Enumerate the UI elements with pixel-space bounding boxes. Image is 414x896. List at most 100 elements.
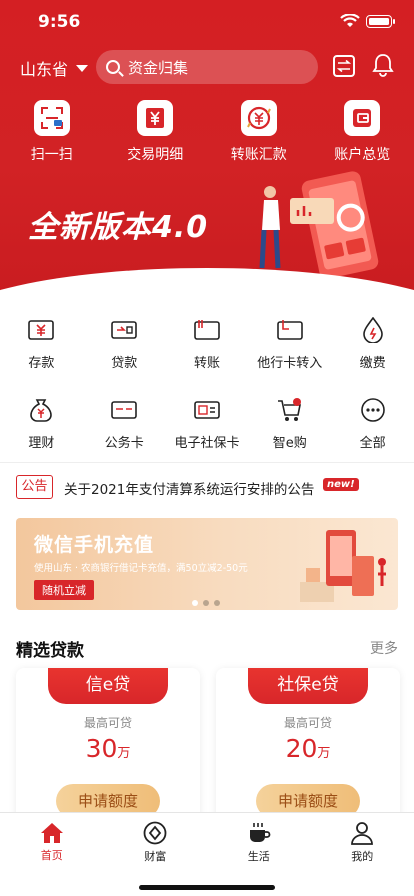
quick-action-scan[interactable]: 扫一扫 [0, 100, 104, 164]
transfer-icon [193, 316, 221, 344]
caret-down-icon [76, 64, 89, 72]
hero-header: 9:56 山东省 资金归集 扫一扫 交易明细 转账汇款 账户总览 全新版本4.0 [0, 0, 414, 300]
switch-icon[interactable] [333, 55, 355, 77]
service-social-card[interactable]: 电子社保卡 [166, 396, 249, 451]
service-label: 转账 [193, 356, 220, 371]
service-label: 智e购 [272, 436, 307, 451]
recharge-illustration [300, 530, 386, 602]
quick-action-transactions[interactable]: 交易明细 [104, 100, 208, 164]
featured-loans: 精选贷款 更多 信e贷 最高可贷 30万 申请额度 社保e贷 最高可贷 20万 … [0, 620, 414, 828]
quick-action-label: 账户总览 [334, 147, 391, 163]
tab-label: 首页 [40, 849, 63, 862]
status-time: 9:56 [38, 12, 81, 32]
bell-icon[interactable] [372, 53, 394, 77]
promo-banner[interactable]: 微信手机充值 使用山东 · 农商银行借记卡充值，满50立减2-50元 随机立减 [16, 518, 398, 610]
service-label: 电子社保卡 [174, 436, 240, 451]
loan-card[interactable]: 信e贷 最高可贷 30万 申请额度 [16, 668, 200, 828]
yuan-receipt-icon [137, 100, 174, 136]
loan-name: 信e贷 [48, 668, 168, 704]
quick-actions: 扫一扫 交易明细 转账汇款 账户总览 [0, 100, 414, 164]
region-label: 山东省 [20, 60, 69, 79]
tab-label: 我的 [351, 850, 374, 863]
service-label: 理财 [28, 436, 55, 451]
tab-mine[interactable]: 我的 [311, 821, 414, 863]
tab-wealth[interactable]: 财富 [104, 821, 208, 863]
notice-text[interactable]: 关于2021年支付清算系统运行安排的公告 [64, 478, 314, 498]
loan-amount: 30万 [16, 734, 200, 763]
cart-icon [276, 396, 304, 424]
promo-button[interactable]: 随机立减 [34, 580, 94, 600]
version-banner-text: 全新版本4.0 [28, 210, 209, 245]
user-icon [350, 821, 374, 845]
loan-card[interactable]: 社保e贷 最高可贷 20万 申请额度 [216, 668, 400, 828]
loan-icon [110, 316, 138, 344]
service-fee[interactable]: 缴费 [331, 316, 414, 371]
tab-label: 生活 [247, 850, 270, 863]
service-label: 贷款 [111, 356, 138, 371]
loan-name: 社保e贷 [248, 668, 368, 704]
scan-icon [33, 100, 70, 136]
loan-amount: 20万 [216, 734, 400, 763]
loan-amount-value: 20 [285, 734, 318, 763]
carousel-dots [192, 600, 220, 606]
coffee-icon [247, 821, 271, 845]
more-link[interactable]: 更多 [370, 638, 398, 658]
quick-action-accounts[interactable]: 账户总览 [311, 100, 414, 164]
promo-title: 微信手机充值 [34, 534, 155, 556]
loan-amount-value: 30 [85, 734, 118, 763]
service-label: 缴费 [359, 356, 386, 371]
service-transfer[interactable]: 转账 [166, 316, 249, 371]
search-icon [106, 60, 120, 74]
transfer-yuan-icon [240, 100, 277, 136]
wifi-icon [340, 14, 360, 27]
tab-label: 财富 [144, 850, 167, 863]
home-icon [40, 821, 64, 844]
service-all[interactable]: 全部 [331, 396, 414, 451]
phone-illustration [259, 171, 379, 279]
service-deposit[interactable]: 存款 [0, 316, 83, 371]
services-grid: 存款 贷款 转账 他行卡转入 缴费 理财 公务卡 电子社保卡 智e购 全部 [0, 300, 414, 462]
fee-icon [359, 316, 387, 344]
more-icon [359, 396, 387, 424]
service-label: 存款 [28, 356, 55, 371]
search-bar[interactable]: 资金归集 [96, 50, 318, 84]
promo-subtitle: 使用山东 · 农商银行借记卡充值，满50立减2-50元 [34, 563, 248, 574]
service-other-bank-in[interactable]: 他行卡转入 [248, 316, 331, 371]
account-card-icon [344, 100, 381, 136]
quick-action-transfer[interactable]: 转账汇款 [207, 100, 311, 164]
wealth-bag-icon [27, 396, 55, 424]
service-label: 他行卡转入 [257, 356, 323, 371]
deposit-icon [27, 316, 55, 344]
carousel-dot[interactable] [203, 600, 209, 606]
service-official-card[interactable]: 公务卡 [83, 396, 166, 451]
service-wealth[interactable]: 理财 [0, 396, 83, 451]
loan-amount-unit: 万 [317, 746, 331, 761]
card-in-icon [276, 316, 304, 344]
social-card-icon [193, 396, 221, 424]
search-placeholder: 资金归集 [128, 58, 189, 77]
status-bar: 9:56 [0, 0, 414, 44]
home-indicator [139, 885, 275, 890]
new-badge: new! [323, 478, 359, 491]
service-loan[interactable]: 贷款 [83, 316, 166, 371]
carousel-dot[interactable] [214, 600, 220, 606]
carousel-dot[interactable] [192, 600, 198, 606]
service-e-shop[interactable]: 智e购 [248, 396, 331, 451]
battery-icon [366, 15, 395, 28]
top-bar: 山东省 资金归集 [0, 48, 414, 86]
service-label: 公务卡 [104, 436, 144, 451]
tab-life[interactable]: 生活 [207, 821, 311, 863]
quick-action-label: 转账汇款 [230, 147, 287, 163]
region-selector[interactable]: 山东省 [20, 56, 89, 80]
notice-tag: 公告 [16, 475, 53, 499]
wealth-icon [143, 821, 167, 845]
quick-action-label: 交易明细 [127, 147, 184, 163]
promo-section: 微信手机充值 使用山东 · 农商银行借记卡充值，满50立减2-50元 随机立减 [0, 508, 414, 620]
service-label: 全部 [359, 436, 386, 451]
notice-bar[interactable]: 公告 关于2021年支付清算系统运行安排的公告 new! [0, 462, 414, 508]
tab-home[interactable]: 首页 [0, 821, 104, 863]
loan-caption: 最高可贷 [83, 716, 132, 730]
section-title: 精选贷款 [16, 641, 84, 661]
official-card-icon [110, 396, 138, 424]
loan-caption: 最高可贷 [283, 716, 332, 730]
